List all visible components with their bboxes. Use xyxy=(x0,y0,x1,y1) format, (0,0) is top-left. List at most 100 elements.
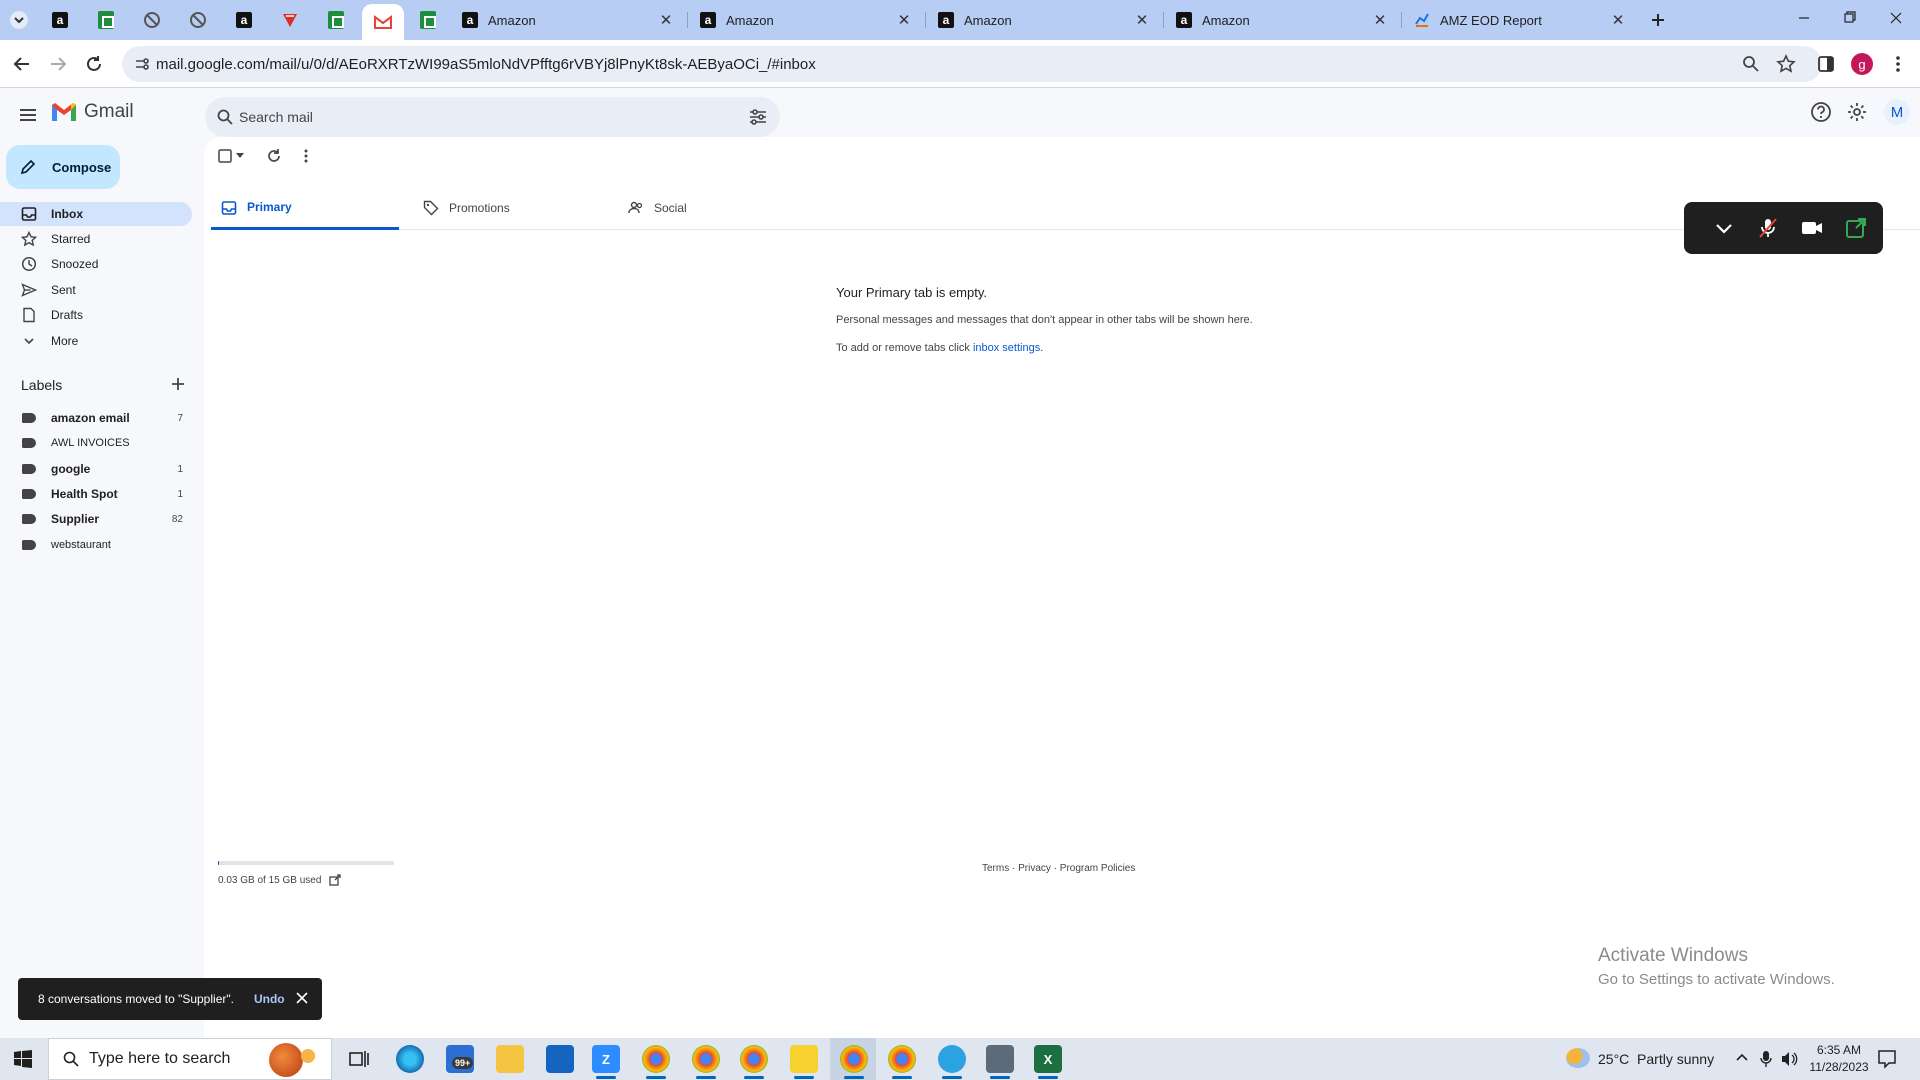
taskbar-excel[interactable]: X xyxy=(1034,1045,1062,1079)
address-bar[interactable]: mail.google.com/mail/u/0/d/AEoRXRTzWI99a… xyxy=(122,46,1822,82)
browser-tab[interactable]: a Amazon ✕ xyxy=(690,4,922,36)
tab-primary[interactable]: Primary xyxy=(211,186,399,230)
forward-button[interactable] xyxy=(46,52,70,76)
footer-links[interactable]: Terms · Privacy · Program Policies xyxy=(982,863,1135,874)
bookmark-star-icon[interactable] xyxy=(1776,54,1796,74)
minimize-button[interactable] xyxy=(1781,8,1827,28)
pinned-tab-sheets-1[interactable] xyxy=(86,4,126,36)
close-tab-icon[interactable]: ✕ xyxy=(896,11,912,29)
close-tab-icon[interactable]: ✕ xyxy=(1134,11,1150,29)
profile-button[interactable]: g xyxy=(1850,52,1874,76)
sidebar-item-inbox[interactable]: Inbox xyxy=(0,202,192,226)
browser-tab[interactable]: a Amazon ✕ xyxy=(452,4,684,36)
taskbar-sticky-notes[interactable] xyxy=(790,1045,818,1079)
taskbar-file-explorer[interactable] xyxy=(496,1045,524,1073)
taskbar-edge[interactable] xyxy=(396,1045,424,1073)
search-icon[interactable] xyxy=(217,109,233,125)
taskbar-chrome-3[interactable] xyxy=(740,1045,768,1079)
refresh-button[interactable] xyxy=(266,148,282,164)
taskbar-calculator[interactable] xyxy=(986,1045,1014,1079)
label-item[interactable]: webstaurant xyxy=(0,533,192,557)
sidebar-item-starred[interactable]: Starred xyxy=(0,227,192,251)
more-actions-button[interactable] xyxy=(303,148,309,164)
sidebar-item-sent[interactable]: Sent xyxy=(0,278,192,302)
tab-search-button[interactable] xyxy=(0,4,38,36)
weather-text[interactable]: 25°C Partly sunny xyxy=(1598,1051,1714,1067)
label-item[interactable]: amazon email 7 xyxy=(0,406,192,430)
taskbar-chrome-1[interactable] xyxy=(642,1045,670,1079)
compose-button[interactable]: Compose xyxy=(6,145,120,189)
weather-icon[interactable] xyxy=(1566,1048,1590,1068)
browser-tab[interactable]: a Amazon ✕ xyxy=(928,4,1160,36)
pinned-tab-sheets-3[interactable] xyxy=(408,4,448,36)
sidebar-item-more[interactable]: More xyxy=(0,329,192,353)
taskbar-chrome-5[interactable] xyxy=(888,1045,916,1079)
pinned-tab-amazon-1[interactable]: a xyxy=(40,4,80,36)
task-view-button[interactable] xyxy=(348,1048,370,1070)
volume-tray[interactable] xyxy=(1780,1050,1798,1068)
taskbar-zoom[interactable]: Z xyxy=(592,1045,620,1079)
pinned-tab-blocked-2[interactable] xyxy=(178,4,218,36)
open-in-new-icon[interactable] xyxy=(1844,216,1868,240)
select-all-checkbox[interactable] xyxy=(218,149,244,163)
search-input[interactable]: Search mail xyxy=(239,109,313,125)
sidebar-item-drafts[interactable]: Drafts xyxy=(0,303,192,327)
site-info-icon[interactable] xyxy=(134,56,150,72)
main-menu-button[interactable] xyxy=(16,103,40,127)
label-count: 1 xyxy=(177,463,183,475)
search-options-icon[interactable] xyxy=(749,109,767,125)
sidebar-item-snoozed[interactable]: Snoozed xyxy=(0,252,192,276)
close-icon[interactable] xyxy=(296,992,308,1004)
close-window-button[interactable] xyxy=(1873,8,1919,28)
chevron-down-icon[interactable] xyxy=(1712,216,1736,240)
taskbar-mail[interactable]: 99+ xyxy=(446,1045,474,1073)
side-panel-button[interactable] xyxy=(1814,52,1838,76)
label-item[interactable]: AWL INVOICES xyxy=(0,431,192,455)
open-in-new-icon[interactable] xyxy=(329,874,342,886)
create-label-button[interactable] xyxy=(170,376,186,392)
close-tab-icon[interactable]: ✕ xyxy=(658,11,674,29)
clock[interactable]: 6:35 AM 11/28/2023 xyxy=(1806,1042,1872,1076)
microphone-tray[interactable] xyxy=(1760,1050,1772,1068)
mic-off-icon[interactable] xyxy=(1756,216,1780,240)
notification-icon xyxy=(1878,1050,1896,1069)
pinned-tab-blocked-1[interactable] xyxy=(132,4,172,36)
undo-button[interactable]: Undo xyxy=(254,992,285,1006)
taskbar-telegram[interactable] xyxy=(938,1045,966,1079)
settings-button[interactable] xyxy=(1846,101,1868,123)
taskbar-search-box[interactable]: Type here to search xyxy=(48,1038,332,1080)
back-button[interactable] xyxy=(10,52,34,76)
browser-tab[interactable]: AMZ EOD Report ✕ xyxy=(1404,4,1636,36)
tab-promotions[interactable]: Promotions xyxy=(413,186,619,230)
inbox-settings-link[interactable]: inbox settings xyxy=(973,342,1040,354)
support-button[interactable] xyxy=(1810,101,1832,123)
new-tab-button[interactable] xyxy=(1640,4,1676,36)
restore-button[interactable] xyxy=(1827,8,1873,28)
taskbar-chrome-2[interactable] xyxy=(692,1045,720,1079)
close-tab-icon[interactable]: ✕ xyxy=(1610,11,1626,29)
pinned-tab-amazon-2[interactable]: a xyxy=(224,4,264,36)
tray-overflow-button[interactable] xyxy=(1735,1051,1749,1065)
search-bar[interactable]: Search mail xyxy=(205,97,780,137)
label-item[interactable]: google 1 xyxy=(0,457,192,481)
video-camera-icon[interactable] xyxy=(1800,216,1824,240)
close-tab-icon[interactable]: ✕ xyxy=(1372,11,1388,29)
start-button[interactable] xyxy=(14,1050,32,1068)
tab-social[interactable]: Social xyxy=(618,186,824,230)
label-item[interactable]: Supplier 82 xyxy=(0,507,192,531)
taskbar-store[interactable] xyxy=(546,1045,574,1073)
pinned-tab-sheets-2[interactable] xyxy=(316,4,356,36)
browser-tab[interactable]: a Amazon ✕ xyxy=(1166,4,1398,36)
taskbar-chrome-4[interactable] xyxy=(840,1045,868,1079)
account-avatar[interactable]: M xyxy=(1884,99,1910,125)
sheets-icon xyxy=(420,11,436,29)
chrome-menu-button[interactable] xyxy=(1886,52,1910,76)
pinned-tab-gmail-active[interactable] xyxy=(362,4,404,40)
zoom-icon[interactable] xyxy=(1742,55,1760,73)
gmail-logo[interactable]: Gmail xyxy=(50,101,134,123)
browser-tab-title: Amazon xyxy=(726,12,774,28)
reload-button[interactable] xyxy=(82,52,106,76)
pinned-tab-ext[interactable] xyxy=(270,4,310,36)
label-item[interactable]: Health Spot 1 xyxy=(0,482,192,506)
notification-center-button[interactable] xyxy=(1876,1048,1898,1070)
